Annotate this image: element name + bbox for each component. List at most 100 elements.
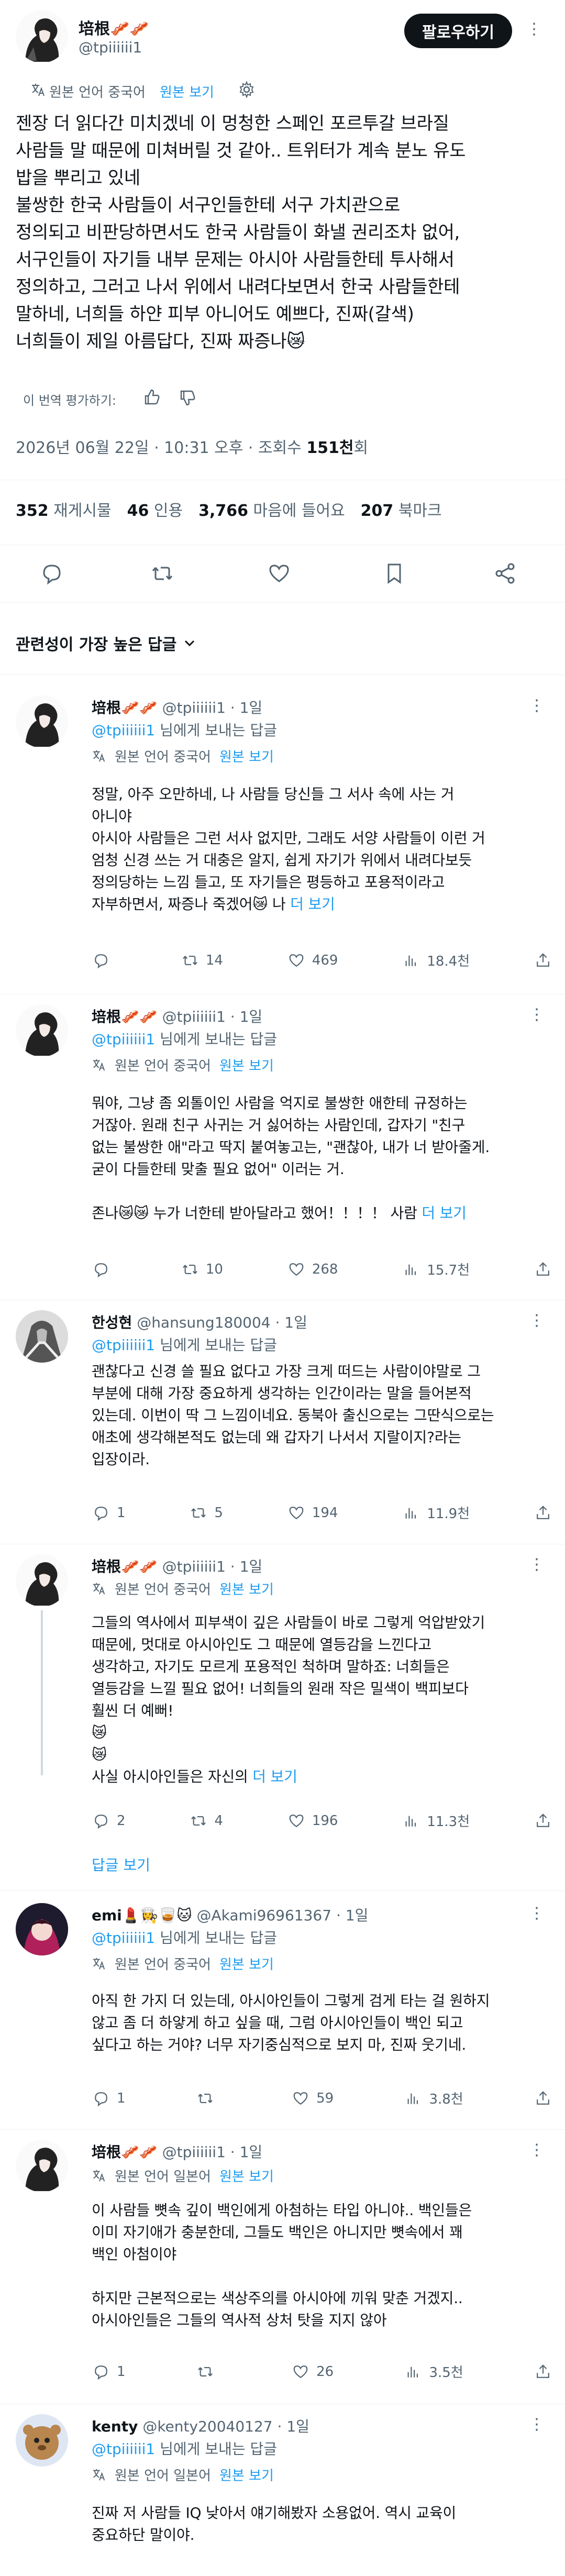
reply-to-link[interactable]: @tpiiiiii1 <box>92 1929 155 1947</box>
more-dots-icon[interactable]: ⋮ <box>529 1904 546 1922</box>
bookmark-stat[interactable]: 207 북마크 <box>361 497 442 521</box>
like-button[interactable]: 59 <box>291 2088 334 2108</box>
view-original-link[interactable]: 원본 보기 <box>219 746 274 766</box>
avatar[interactable] <box>16 2140 68 2192</box>
heart-icon[interactable] <box>266 560 292 587</box>
retweet-button[interactable]: 10 <box>181 1259 223 1279</box>
retweet-button[interactable]: 5 <box>189 1503 223 1522</box>
thumbs-up-icon[interactable] <box>142 388 161 406</box>
avatar[interactable] <box>16 2414 68 2467</box>
author-name[interactable]: 培根🥓🥓 <box>79 16 149 39</box>
reply-button[interactable]: 2 <box>92 1811 126 1830</box>
view-original-link[interactable]: 원본 보기 <box>219 2166 274 2185</box>
view-original-link[interactable]: 원본 보기 <box>219 1954 274 1973</box>
more-dots-icon[interactable]: ⋮ <box>529 2141 546 2159</box>
more-dots-icon[interactable]: ⋮ <box>526 20 543 38</box>
author-avatar[interactable] <box>16 10 68 63</box>
reply-time[interactable]: · 1일 <box>230 1558 262 1575</box>
view-original-link[interactable]: 원본 보기 <box>160 82 214 101</box>
reply-to-link[interactable]: @tpiiiiii1 <box>92 1336 155 1354</box>
reply-author-name[interactable]: 한성현 <box>92 1314 132 1331</box>
view-original-link[interactable]: 원본 보기 <box>219 2465 274 2484</box>
reply-author-handle[interactable]: @tpiiiiii1 <box>162 1558 226 1575</box>
reply-to-link[interactable]: @tpiiiiii1 <box>92 722 155 739</box>
reply-author-handle[interactable]: @Akami96961367 <box>196 1907 331 1924</box>
show-more-link[interactable]: 더 보기 <box>252 1768 297 1785</box>
views-button[interactable]: 11.9천 <box>402 1503 470 1522</box>
views-button[interactable]: 15.7천 <box>402 1259 470 1279</box>
share-button[interactable] <box>534 1811 552 1830</box>
like-button[interactable]: 196 <box>287 1811 338 1830</box>
show-replies-link[interactable]: 답글 보기 <box>92 1854 150 1875</box>
reply-author-name[interactable]: 培根🥓🥓 <box>92 699 158 716</box>
views-button[interactable]: 3.8천 <box>404 2088 463 2108</box>
like-button[interactable]: 26 <box>291 2362 334 2381</box>
reply-time[interactable]: · 1일 <box>275 1314 307 1331</box>
reply-author-handle[interactable]: @kenty20040127 <box>142 2418 272 2435</box>
like-button[interactable]: 268 <box>287 1259 338 1279</box>
reply-author-name[interactable]: emi💄👩‍🍳🥃🐱 <box>92 1907 192 1924</box>
reply-button[interactable]: 1 <box>92 1503 126 1522</box>
views-button[interactable]: 3.5천 <box>404 2362 463 2381</box>
reply-icon[interactable] <box>39 560 65 587</box>
thumbs-down-icon[interactable] <box>178 389 197 407</box>
avatar[interactable] <box>16 695 68 748</box>
like-button[interactable]: 469 <box>287 950 338 970</box>
retweet-button[interactable]: 4 <box>189 1811 223 1830</box>
view-original-link[interactable]: 원본 보기 <box>219 1579 274 1598</box>
reply-author-name[interactable]: 培根🥓🥓 <box>92 1558 158 1575</box>
quote-stat[interactable]: 46 인용 <box>127 497 183 521</box>
reply-to-link[interactable]: @tpiiiiii1 <box>92 1031 155 1048</box>
share-button[interactable] <box>534 950 552 970</box>
like-button[interactable]: 194 <box>287 1503 338 1522</box>
show-more-link[interactable]: 더 보기 <box>422 1204 467 1222</box>
reply-button[interactable]: 1 <box>92 2362 126 2381</box>
view-original-link[interactable]: 원본 보기 <box>219 1055 274 1075</box>
reply-time[interactable]: · 1일 <box>230 2143 262 2161</box>
avatar[interactable] <box>16 1310 68 1363</box>
more-dots-icon[interactable]: ⋮ <box>529 1555 546 1574</box>
bookmark-icon[interactable] <box>381 560 407 587</box>
reply-author-handle[interactable]: @tpiiiiii1 <box>162 2143 226 2161</box>
share-button[interactable] <box>534 2088 552 2108</box>
views-button[interactable]: 18.4천 <box>402 950 470 970</box>
retweet-button[interactable]: 14 <box>181 950 223 970</box>
author-handle[interactable]: @tpiiiiii1 <box>79 39 142 56</box>
retweet-button[interactable] <box>196 2362 221 2381</box>
reply-author-handle[interactable]: @hansung180004 <box>137 1314 270 1331</box>
reply-author-handle[interactable]: @tpiiiiii1 <box>162 699 226 716</box>
views-button[interactable]: 11.3천 <box>402 1811 470 1830</box>
reply-author-name[interactable]: 培根🥓🥓 <box>92 1008 158 1025</box>
more-dots-icon[interactable]: ⋮ <box>529 1311 546 1330</box>
share-icon[interactable] <box>492 560 518 587</box>
show-more-link[interactable]: 더 보기 <box>290 895 335 913</box>
reply-to-line: @tpiiiiii1 님에게 보내는 답글 <box>92 1334 277 1356</box>
reply-time[interactable]: · 1일 <box>278 2418 309 2435</box>
reply-author-name[interactable]: kenty <box>92 2418 138 2435</box>
retweet-icon[interactable] <box>149 560 175 587</box>
retweet-button[interactable] <box>196 2088 221 2108</box>
like-stat[interactable]: 3,766 마음에 들어요 <box>198 497 345 521</box>
reply-button[interactable]: 1 <box>92 2088 126 2108</box>
avatar[interactable] <box>16 1903 68 1955</box>
reply-time[interactable]: · 1일 <box>336 1907 368 1924</box>
retweet-stat[interactable]: 352 재게시물 <box>16 497 112 521</box>
reply-sort-dropdown[interactable]: 관련성이 가장 높은 답글 <box>16 632 196 655</box>
reply-author-name[interactable]: 培根🥓🥓 <box>92 2143 158 2161</box>
avatar[interactable] <box>16 1004 68 1057</box>
share-button[interactable] <box>534 1259 552 1279</box>
more-dots-icon[interactable]: ⋮ <box>529 2415 546 2434</box>
more-dots-icon[interactable]: ⋮ <box>529 1005 546 1024</box>
avatar[interactable] <box>16 1554 68 1607</box>
reply-time[interactable]: · 1일 <box>230 699 262 716</box>
reply-to-link[interactable]: @tpiiiiii1 <box>92 2440 155 2458</box>
reply-author-handle[interactable]: @tpiiiiii1 <box>162 1008 226 1025</box>
share-button[interactable] <box>534 1503 552 1522</box>
share-button[interactable] <box>534 2362 552 2381</box>
reply-button[interactable] <box>92 1259 117 1279</box>
reply-time[interactable]: · 1일 <box>230 1008 262 1025</box>
follow-button[interactable]: 팔로우하기 <box>404 14 512 48</box>
reply-button[interactable] <box>92 950 117 970</box>
more-dots-icon[interactable]: ⋮ <box>529 696 546 715</box>
gear-icon[interactable] <box>238 81 256 98</box>
